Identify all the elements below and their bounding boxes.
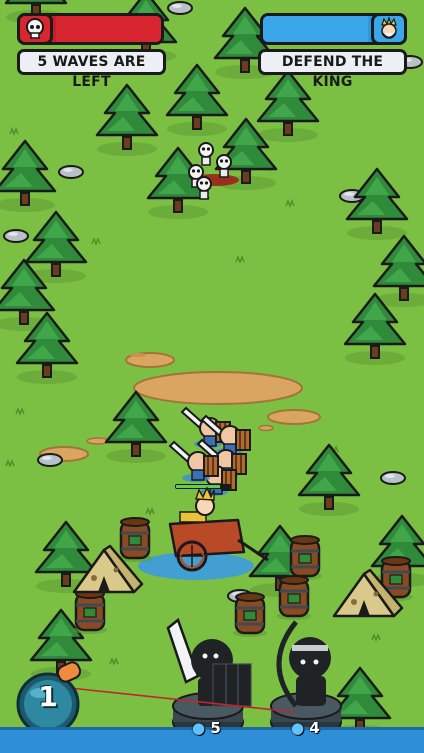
objective-label: DEFEND THE KING — [258, 49, 407, 90]
archer-cost: ● 4 — [291, 719, 320, 737]
swordsman-cost: ● 5 — [192, 719, 221, 737]
swordsman-cost-value: 5 — [210, 719, 221, 737]
water-drop-icon: ● — [192, 719, 206, 737]
bomb-count: 1 — [38, 680, 58, 713]
king-face-icon — [371, 13, 407, 45]
waves-remaining-label: 5 WAVES ARE LEFT — [17, 49, 166, 90]
archer-cost-value: 4 — [309, 719, 320, 737]
game-scene[interactable] — [0, 0, 424, 753]
skull-icon — [17, 13, 53, 45]
water-drop-icon: ● — [291, 719, 305, 737]
